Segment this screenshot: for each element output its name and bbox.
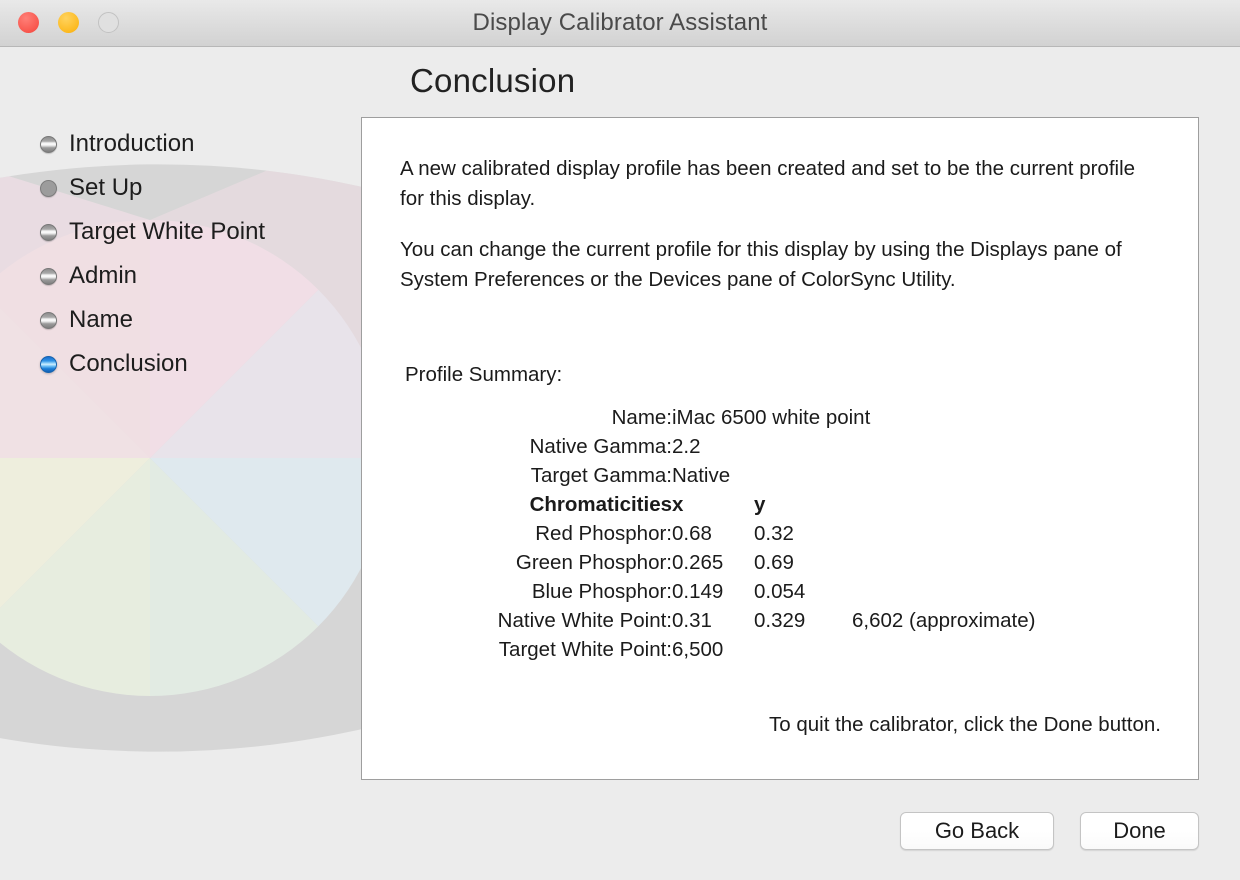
row-label: Native Gamma: — [529, 435, 672, 458]
window-title: Display Calibrator Assistant — [472, 9, 768, 36]
step-indicator-icon — [40, 223, 57, 241]
quit-instruction-text: To quit the calibrator, click the Done b… — [768, 713, 1161, 736]
app-window: Display Calibrator Assistant Conclusion … — [0, 0, 1240, 880]
sidebar-item-name[interactable]: Name — [40, 298, 340, 342]
row-value-x: 0.149 — [672, 580, 724, 603]
step-indicator-icon — [40, 135, 57, 153]
page-title: Conclusion — [410, 62, 576, 99]
row-label: Target White Point: — [498, 638, 672, 661]
step-list: Introduction Set Up Target White Point A… — [40, 122, 340, 386]
row-value-x: 2.2 — [672, 435, 701, 458]
step-indicator-icon — [40, 179, 57, 197]
table-row: Target Gamma: Native — [400, 464, 1035, 493]
table-row: Name: iMac 6500 white point — [400, 406, 1035, 435]
row-value-y: 0.69 — [754, 551, 794, 574]
sidebar-item-label: Set Up — [69, 174, 143, 201]
row-label: Native White Point: — [497, 609, 672, 632]
row-label: Name: — [611, 406, 672, 429]
table-row: Native Gamma: 2.2 — [400, 435, 1035, 464]
table-header-row: Chromaticities x y — [400, 493, 1035, 522]
row-value-x: Native — [672, 464, 731, 487]
sidebar-item-introduction[interactable]: Introduction — [40, 122, 340, 166]
column-header-x: x — [672, 493, 684, 516]
row-extra — [852, 493, 1035, 522]
sidebar-item-label: Admin — [69, 262, 138, 289]
row-extra — [852, 580, 1035, 609]
go-back-button[interactable]: Go Back — [900, 812, 1054, 850]
column-header-y: y — [754, 493, 766, 516]
row-value-x: 0.31 — [672, 609, 712, 632]
row-label: Red Phosphor: — [535, 522, 672, 545]
intro-paragraph-2: You can change the current profile for t… — [400, 238, 1122, 291]
sidebar-item-label: Introduction — [69, 130, 195, 157]
sidebar-item-label: Conclusion — [69, 350, 188, 377]
row-extra — [852, 551, 1035, 580]
step-indicator-icon — [40, 267, 57, 285]
profile-summary-table: Name: iMac 6500 white point Native Gamma… — [400, 406, 1036, 667]
window-titlebar: Display Calibrator Assistant — [0, 0, 1240, 47]
table-row: Target White Point: 6,500 — [400, 638, 1035, 667]
row-label: Target Gamma: — [530, 464, 672, 487]
row-extra: 6,602 (approximate) — [852, 609, 1036, 632]
step-indicator-icon — [40, 311, 57, 329]
row-value-x: 0.265 — [672, 551, 724, 574]
sidebar-item-label: Target White Point — [69, 218, 266, 245]
done-button[interactable]: Done — [1080, 812, 1199, 850]
row-value-x: 0.68 — [672, 522, 712, 545]
row-label: Green Phosphor: — [515, 551, 672, 574]
row-value-x: iMac 6500 white point — [672, 406, 871, 429]
table-row: Blue Phosphor: 0.149 0.054 — [400, 580, 1035, 609]
chromaticities-label: Chromaticities — [529, 493, 672, 516]
table-row: Red Phosphor: 0.68 0.32 — [400, 522, 1035, 551]
sidebar-item-set-up[interactable]: Set Up — [40, 166, 340, 210]
step-indicator-icon-active — [40, 355, 57, 373]
row-label: Blue Phosphor: — [531, 580, 672, 603]
profile-summary-heading: Profile Summary: — [405, 363, 563, 386]
row-value-y: 0.32 — [754, 522, 794, 545]
sidebar-item-admin[interactable]: Admin — [40, 254, 340, 298]
row-value-x: 6,500 — [672, 638, 724, 661]
sidebar-item-label: Name — [69, 306, 134, 333]
row-extra — [852, 522, 1035, 551]
content-panel: A new calibrated display profile has bee… — [361, 117, 1199, 780]
row-value-y: 0.329 — [754, 609, 806, 632]
sidebar-item-target-white-point[interactable]: Target White Point — [40, 210, 340, 254]
sidebar-item-conclusion[interactable]: Conclusion — [40, 342, 340, 386]
intro-paragraph-1: A new calibrated display profile has bee… — [400, 157, 1136, 210]
row-value-y: 0.054 — [754, 580, 806, 603]
table-row: Native White Point: 0.31 0.329 6,602 (ap… — [400, 609, 1036, 638]
table-row: Green Phosphor: 0.265 0.69 — [400, 551, 1035, 580]
